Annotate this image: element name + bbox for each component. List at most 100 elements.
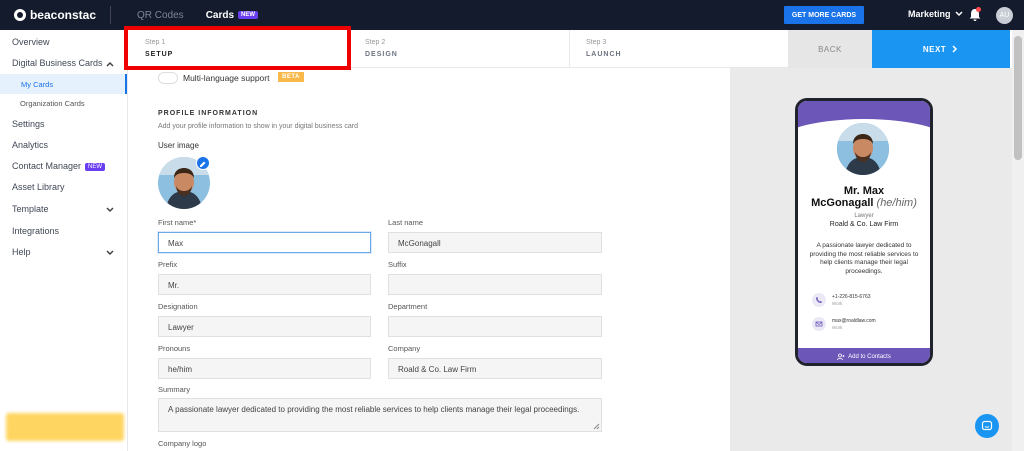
- first-name-label: First name*: [158, 218, 197, 227]
- back-button[interactable]: BACK: [788, 30, 872, 68]
- sidebar-item-organization-cards[interactable]: Organization Cards: [20, 99, 85, 108]
- step-design[interactable]: Step 2 DESIGN: [365, 39, 398, 58]
- sidebar-item-analytics[interactable]: Analytics: [12, 140, 48, 150]
- nav-cards[interactable]: Cards NEW: [205, 9, 259, 21]
- chat-button[interactable]: [975, 414, 999, 438]
- logo-icon: [14, 9, 26, 21]
- summary-label: Summary: [158, 385, 191, 394]
- company-field[interactable]: Roald & Co. Law Firm: [388, 358, 602, 379]
- add-to-contacts-button[interactable]: Add to Contacts: [798, 348, 930, 363]
- sidebar: Overview Digital Business Cards My Cards…: [0, 30, 128, 451]
- department-label: Department: [388, 302, 428, 311]
- card-name-line2-wrap: McGonagall (he/him): [798, 197, 930, 209]
- multilang-toggle[interactable]: [158, 72, 178, 84]
- card-email-type: Work: [832, 325, 843, 330]
- scrollbar-thumb[interactable]: [1014, 36, 1022, 160]
- card-name: Mr. Max McGonagall (he/him): [798, 185, 930, 209]
- last-name-label: Last name: [388, 218, 424, 227]
- nav-cards-label: Cards: [205, 9, 235, 21]
- card-email-value: max@roaldlaw.com: [832, 318, 876, 324]
- card-contact-phone[interactable]: +1-226-815-6763 Work: [812, 291, 922, 311]
- card-pronouns: (he/him): [876, 197, 917, 209]
- card-summary: A passionate lawyer dedicated to providi…: [809, 242, 919, 275]
- profile-form: Multi-language support BETA PROFILE INFO…: [128, 68, 730, 451]
- sidebar-item-digital-business-cards[interactable]: Digital Business Cards: [12, 58, 103, 68]
- card-contact-email[interactable]: max@roaldlaw.com Work: [812, 315, 922, 335]
- card-name-line1: Mr. Max: [843, 185, 885, 197]
- add-to-contacts-label: Add to Contacts: [848, 354, 891, 360]
- logo-text: beaconstac: [29, 8, 96, 22]
- card-avatar: [835, 121, 891, 177]
- chevron-down-icon[interactable]: [105, 205, 115, 215]
- sidebar-item-settings[interactable]: Settings: [12, 119, 45, 129]
- summary-textarea[interactable]: A passionate lawyer dedicated to providi…: [158, 398, 602, 432]
- sidebar-item-help[interactable]: Help: [12, 247, 31, 257]
- add-user-icon: [837, 353, 845, 361]
- pronouns-field[interactable]: he/him: [158, 358, 371, 379]
- sidebar-item-my-cards[interactable]: My Cards: [0, 74, 127, 94]
- last-name-field[interactable]: McGonagall: [388, 232, 602, 253]
- contact-new-badge: NEW: [85, 162, 106, 171]
- designation-field[interactable]: Lawyer: [158, 316, 371, 337]
- multilang-label: Multi-language support: [183, 73, 270, 83]
- company-label: Company: [388, 344, 421, 353]
- topbar-divider: [110, 6, 111, 24]
- step-number: Step 2: [365, 39, 386, 46]
- step-launch[interactable]: Step 3 LAUNCH: [586, 39, 622, 58]
- new-badge: NEW: [238, 10, 259, 19]
- card-photo-icon: [837, 123, 889, 175]
- suffix-field[interactable]: [388, 274, 602, 295]
- phone-glyph-icon: [816, 297, 822, 303]
- department-field[interactable]: [388, 316, 602, 337]
- user-image-label: User image: [158, 141, 199, 150]
- chat-icon: [981, 420, 993, 431]
- pronouns-label: Pronouns: [158, 344, 191, 353]
- sidebar-item-overview[interactable]: Overview: [12, 37, 50, 47]
- user-avatar[interactable]: AU: [996, 7, 1013, 24]
- workspace-selector[interactable]: Marketing: [908, 9, 963, 19]
- email-glyph-icon: [815, 321, 823, 327]
- email-icon: [812, 317, 826, 331]
- suffix-label: Suffix: [388, 260, 407, 269]
- brand-logo[interactable]: beaconstac: [14, 8, 96, 22]
- chevron-up-icon[interactable]: [105, 59, 115, 69]
- sidebar-item-integrations[interactable]: Integrations: [12, 226, 59, 236]
- first-name-field[interactable]: Max: [158, 232, 371, 253]
- card-company: Roald & Co. Law Firm: [829, 221, 899, 228]
- sidebar-item-contact-manager[interactable]: Contact Manager NEW: [12, 161, 106, 171]
- section-subtitle: Add your profile information to show in …: [158, 123, 358, 130]
- section-title: PROFILE INFORMATION: [158, 110, 259, 117]
- card-name-line2: McGonagall: [811, 197, 874, 209]
- card-designation: Lawyer: [854, 213, 874, 219]
- prefix-field[interactable]: Mr.: [158, 274, 371, 295]
- next-label: NEXT: [922, 44, 947, 54]
- get-more-cards-button[interactable]: GET MORE CARDS: [784, 6, 864, 24]
- highlight-box: [124, 26, 351, 70]
- step-label: LAUNCH: [586, 51, 622, 58]
- sidebar-item-contact-manager-label: Contact Manager: [12, 161, 82, 171]
- sidebar-item-asset-library[interactable]: Asset Library: [12, 182, 65, 192]
- sidebar-item-my-cards-label: My Cards: [21, 79, 54, 89]
- company-logo-label: Company logo: [158, 439, 207, 448]
- beta-badge: BETA: [278, 72, 304, 82]
- phone-icon: [812, 293, 826, 307]
- card-phone-value: +1-226-815-6763: [832, 294, 871, 300]
- step-number: Step 3: [586, 39, 607, 46]
- upgrade-button[interactable]: [6, 413, 124, 441]
- step-divider: [569, 30, 570, 68]
- prefix-label: Prefix: [158, 260, 178, 269]
- next-button[interactable]: NEXT: [872, 30, 1010, 68]
- notification-dot: [976, 7, 981, 12]
- pencil-glyph-icon: [200, 161, 206, 167]
- workspace-label: Marketing: [908, 9, 951, 19]
- step-label: DESIGN: [365, 51, 398, 58]
- chevron-right-icon: [952, 45, 958, 53]
- sidebar-item-template[interactable]: Template: [12, 204, 49, 214]
- designation-label: Designation: [158, 302, 198, 311]
- resize-handle-icon[interactable]: [593, 423, 600, 430]
- card-phone-type: Work: [832, 301, 843, 306]
- chevron-down-icon[interactable]: [105, 248, 115, 258]
- pencil-icon[interactable]: [196, 156, 210, 170]
- phone-preview: Mr. Max McGonagall (he/him) Lawyer Roald…: [795, 98, 933, 366]
- nav-qr-codes[interactable]: QR Codes: [137, 10, 184, 21]
